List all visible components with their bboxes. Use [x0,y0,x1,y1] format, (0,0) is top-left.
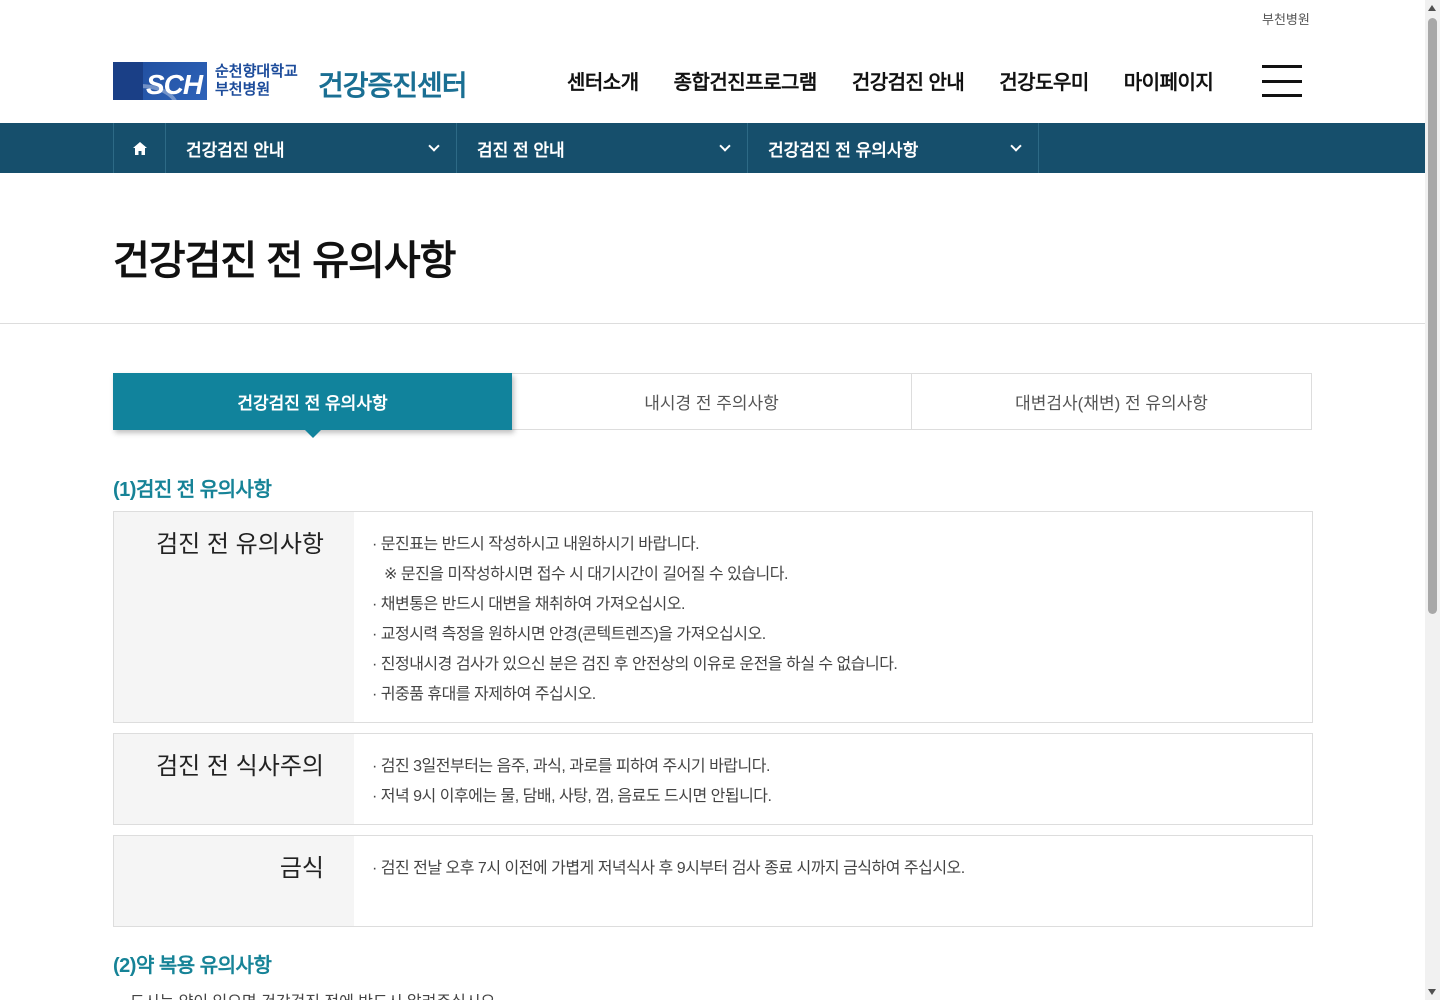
list-item: 드시는 약이 있으면 건강검진 전에 반드시 알려주십시오. [130,988,500,1000]
tab-stool-test-precautions[interactable]: 대변검사(채변) 전 유의사항 [912,373,1312,430]
tab-checkup-precautions[interactable]: 건강검진 전 유의사항 [113,373,512,438]
list-item: · 진정내시경 검사가 있으신 분은 검진 후 안전상의 이유로 운전을 하실 … [372,656,898,673]
hospital-logo[interactable]: SCH 순천향대학교 부천병원 [113,62,298,100]
info-box-label: 검진 전 유의사항 [114,512,354,722]
list-item-note: ※ 문진을 미작성하시면 접수 시 대기시간이 길어질 수 있습니다. [384,566,788,583]
nav-mypage[interactable]: 마이페이지 [1124,66,1214,95]
divider [0,323,1425,324]
scroll-thumb[interactable] [1428,18,1437,614]
list-item: · 교정시력 측정을 원하시면 안경(콘텍트렌즈)을 가져오십시오. [372,626,766,643]
logo-line1: 순천향대학교 [215,63,298,80]
center-title[interactable]: 건강증진센터 [318,64,468,104]
info-box-content: · 검진 3일전부터는 음주, 과식, 과로를 피하여 주시기 바랍니다. · … [354,734,1312,824]
nav-health-helper[interactable]: 건강도우미 [999,66,1089,95]
main-nav: 센터소개 종합건진프로그램 건강검진 안내 건강도우미 마이페이지 [567,66,1248,95]
scroll-up-arrow-icon[interactable] [1428,5,1436,11]
nav-program[interactable]: 종합건진프로그램 [674,66,818,95]
section-title-1: (1)검진 전 유의사항 [113,479,272,501]
section-title-2: (2)약 복용 유의사항 [113,955,272,977]
list-item: · 귀중품 휴대를 자제하여 주십시오. [372,686,596,703]
info-box-content: · 검진 전날 오후 7시 이전에 가볍게 저녁식사 후 9시부터 검사 종료 … [354,836,1312,926]
nav-center-intro[interactable]: 센터소개 [567,66,639,95]
location-dropdown-1[interactable]: 건강검진 안내 [166,123,457,173]
info-box-label: 금식 [114,836,354,926]
list-item: · 검진 전날 오후 7시 이전에 가볍게 저녁식사 후 9시부터 검사 종료 … [372,860,965,877]
chevron-down-icon [1010,140,1022,152]
info-box-precautions: 검진 전 유의사항 · 문진표는 반드시 작성하시고 내원하시기 바랍니다. ※… [113,511,1313,723]
logo-text: 순천향대학교 부천병원 [215,63,298,99]
hamburger-menu-icon[interactable] [1262,65,1302,97]
home-icon[interactable] [114,123,166,173]
info-box-meal: 검진 전 식사주의 · 검진 3일전부터는 음주, 과식, 과로를 피하여 주시… [113,733,1313,825]
list-item: · 저녁 9시 이후에는 물, 담배, 사탕, 껌, 음료도 드시면 안됩니다. [372,788,772,805]
location-dropdown-2[interactable]: 검진 전 안내 [457,123,748,173]
logo-line2: 부천병원 [215,81,271,98]
location-bar: 건강검진 안내 검진 전 안내 건강검진 전 유의사항 [0,123,1425,173]
location-dropdown-3[interactable]: 건강검진 전 유의사항 [748,123,1039,173]
list-item: · 문진표는 반드시 작성하시고 내원하시기 바랍니다. [372,536,700,553]
info-box-fasting: 금식 · 검진 전날 오후 7시 이전에 가볍게 저녁식사 후 9시부터 검사 … [113,835,1313,927]
list-item: · 채변통은 반드시 대변을 채취하여 가져오십시오. [372,596,685,613]
chevron-down-icon [428,140,440,152]
scroll-down-arrow-icon[interactable] [1428,989,1436,995]
info-box-content: · 문진표는 반드시 작성하시고 내원하시기 바랍니다. ※ 문진을 미작성하시… [354,512,1312,722]
nav-checkup-guide[interactable]: 건강검진 안내 [852,66,965,95]
list-item: · 검진 3일전부터는 음주, 과식, 과로를 피하여 주시기 바랍니다. [372,758,770,775]
vertical-scrollbar[interactable] [1425,0,1440,1000]
tab-endoscopy-precautions[interactable]: 내시경 전 주의사항 [512,373,912,430]
info-box-label: 검진 전 식사주의 [114,734,354,824]
tab-list: 건강검진 전 유의사항 내시경 전 주의사항 대변검사(채변) 전 유의사항 [113,373,1312,438]
sch-logo-mark: SCH [113,62,207,100]
page-title: 건강검진 전 유의사항 [113,239,456,283]
chevron-down-icon [719,140,731,152]
hospital-top-link[interactable]: 부천병원 [1262,9,1310,28]
